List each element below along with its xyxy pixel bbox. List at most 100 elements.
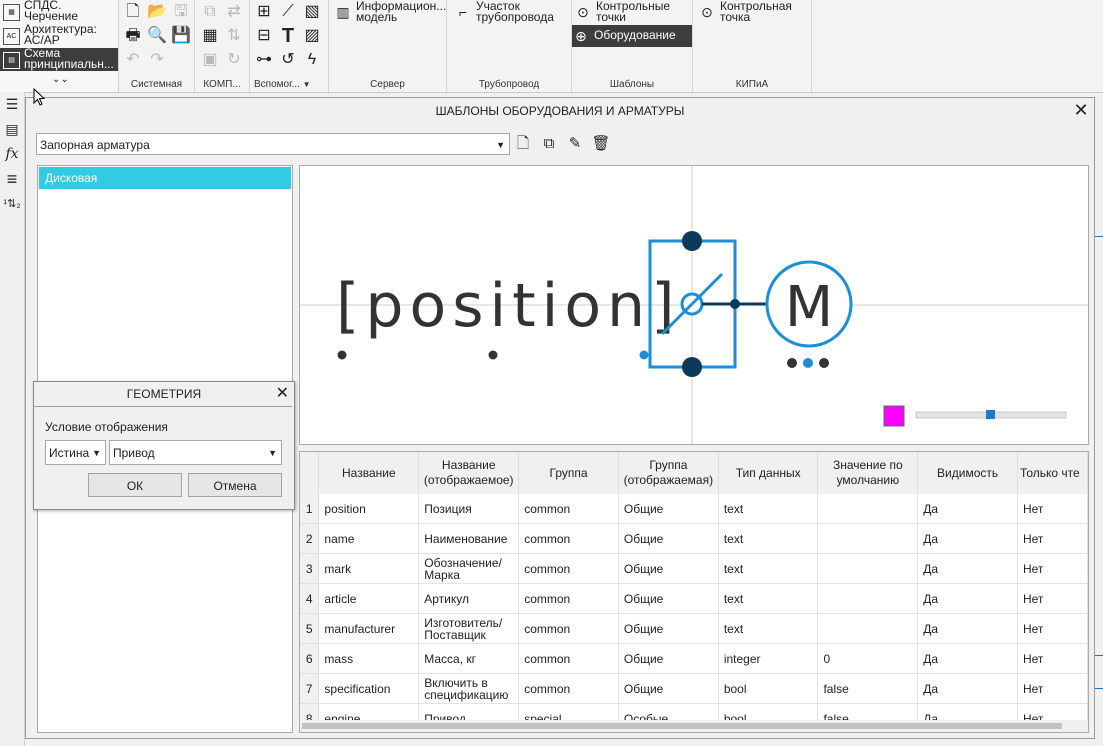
table-cell[interactable]: Включить в спецификацию (418, 673, 520, 704)
discipline-architecture[interactable]: AC Архитектура: АС/АР (0, 23, 118, 47)
lightning-icon[interactable]: ϟ (302, 50, 322, 70)
column-header[interactable]: Название (отображаемое) (418, 452, 520, 494)
column-header[interactable]: Название (318, 452, 420, 494)
table-row[interactable]: 3 mark Обозначение/ Марка common Общие text Да… (300, 553, 1088, 584)
condition-value-select[interactable]: Истина ▼ (45, 440, 106, 465)
fill-icon[interactable]: ▨ (302, 26, 322, 46)
control-points-button[interactable]: ⊙ Контрольные точки (574, 0, 690, 23)
zoom-slider-thumb[interactable] (986, 410, 995, 419)
table-cell[interactable]: Да (917, 613, 1018, 644)
numbering-icon[interactable]: ¹⇅₂ (2, 194, 22, 214)
preview-icon[interactable]: 🔍 (147, 26, 167, 46)
group-aux-caption[interactable]: Вспомог... ▼ (250, 79, 328, 90)
table-cell[interactable]: common (518, 523, 619, 554)
print-icon[interactable]: 🖶 (123, 26, 143, 46)
table-cell[interactable]: Обозначение/ Марка (418, 553, 520, 584)
table-cell[interactable]: Да (917, 583, 1018, 614)
table-cell[interactable]: text (718, 583, 819, 614)
table-cell[interactable]: Общие (618, 583, 719, 614)
table-cell[interactable] (817, 494, 919, 524)
table-cell[interactable]: common (518, 583, 619, 614)
column-header[interactable]: Видимость (917, 452, 1018, 494)
table-cell[interactable]: common (518, 613, 619, 644)
hatch-icon[interactable]: ▧ (302, 2, 322, 22)
sort-icon[interactable]: ⇅ (224, 26, 244, 46)
table-cell[interactable]: Масса, кг (418, 643, 520, 674)
table-cell[interactable]: name (318, 523, 420, 554)
redo-icon[interactable]: ↷ (147, 50, 167, 70)
cancel-button[interactable]: Отмена (188, 473, 282, 497)
table-cell[interactable]: Нет (1017, 613, 1088, 644)
new-template-icon[interactable]: 🗋 (513, 134, 533, 154)
table-cell[interactable]: Нет (1017, 673, 1088, 704)
table-cell[interactable]: 0 (817, 643, 919, 674)
table-cell[interactable]: Артикул (418, 583, 520, 614)
table-cell[interactable]: mass (318, 643, 420, 674)
column-header[interactable]: Значение по умолчанию (817, 452, 919, 494)
column-header[interactable]: Группа (отображаемая) (618, 452, 719, 494)
table-cell[interactable]: position (318, 494, 420, 524)
properties-list-icon[interactable]: ▤ (2, 119, 22, 139)
save-icon[interactable]: 💾 (171, 26, 191, 46)
stamp-icon[interactable]: ▣ (200, 50, 220, 70)
color-swatch[interactable] (883, 405, 905, 427)
table-cell[interactable]: Общие (618, 613, 719, 644)
table-row[interactable]: 7 specification Включить в спецификацию com… (300, 673, 1088, 704)
save-disk-icon[interactable]: 🖫 (171, 2, 191, 22)
copy-template-icon[interactable]: ⧉ (539, 134, 559, 154)
table-cell[interactable]: Да (917, 673, 1018, 704)
table-cell[interactable] (817, 553, 919, 584)
calculator-icon[interactable]: ▦ (200, 26, 220, 46)
table-cell[interactable]: article (318, 583, 420, 614)
table-cell[interactable]: mark (318, 553, 420, 584)
pipe-section-button[interactable]: ⌐ Участок трубопровода (454, 0, 569, 25)
table-cell[interactable] (817, 523, 919, 554)
table-cell[interactable]: Общие (618, 673, 719, 704)
table-cell[interactable]: text (718, 494, 819, 524)
edit-pencil-icon[interactable]: ✎ (565, 134, 585, 154)
text-tool-icon[interactable]: T (278, 26, 298, 46)
table-cell[interactable]: specification (318, 673, 420, 704)
table-cell[interactable]: Общие (618, 643, 719, 674)
table-cell[interactable]: Нет (1017, 643, 1088, 674)
table-cell[interactable]: Нет (1017, 583, 1088, 614)
table-cell[interactable]: common (518, 494, 619, 524)
undo-icon[interactable]: ↶ (123, 50, 143, 70)
layers-icon[interactable]: ⊞ (254, 2, 274, 22)
table-cell[interactable]: Нет (1017, 494, 1088, 524)
delete-trash-icon[interactable]: 🗑 (591, 134, 611, 154)
table-cell[interactable]: Нет (1017, 553, 1088, 584)
close-icon[interactable]: ✕ (276, 385, 289, 403)
table-cell[interactable]: text (718, 613, 819, 644)
discipline-spds[interactable]: ▦ СПДС. Черчение (0, 0, 118, 23)
line-tool-icon[interactable]: ⟋ (278, 2, 298, 22)
table-row[interactable]: 5 manufacturer Изготовитель/ Поставщик comm… (300, 613, 1088, 644)
table-cell[interactable]: Да (917, 643, 1018, 674)
table-cell[interactable]: Общие (618, 553, 719, 584)
table-cell[interactable]: Общие (618, 523, 719, 554)
table-cell[interactable]: manufacturer (318, 613, 420, 644)
tree-item[interactable]: Дисковая (39, 167, 291, 189)
info-model-button[interactable]: ▥ Информацион... модель (334, 0, 446, 25)
table-cell[interactable]: bool (718, 673, 819, 704)
table-cell[interactable]: Позиция (418, 494, 520, 524)
ok-button[interactable]: ОК (88, 473, 182, 497)
control-point-button[interactable]: ⊙ Контрольная точка (698, 0, 808, 23)
table-cell[interactable]: Да (917, 494, 1018, 524)
table-cell[interactable]: integer (718, 643, 819, 674)
table-row[interactable]: 4 article Артикул common Общие text Да Нет (300, 583, 1088, 614)
layers-stack-icon[interactable]: ≡ (2, 169, 22, 189)
table-row[interactable]: 2 name Наименование common Общие text Да Нет (300, 523, 1088, 554)
table-cell[interactable]: Да (917, 553, 1018, 584)
table-row[interactable]: 6 mass Масса, кг common Общие integer 0 Да Нет (300, 643, 1088, 674)
table-cell[interactable]: Общие (618, 494, 719, 524)
column-header[interactable]: Только чте (1017, 452, 1088, 494)
table-cell[interactable]: common (518, 673, 619, 704)
expand-chevron-icon[interactable]: ⌄⌄ (52, 74, 69, 85)
table-cell[interactable]: common (518, 553, 619, 584)
tree-view-icon[interactable]: ☰ (2, 94, 22, 114)
discipline-schema[interactable]: ▤ Схема принципиальн... (0, 47, 118, 71)
equipment-button[interactable]: ⊕ Оборудование (572, 25, 692, 47)
table-row[interactable]: 1 position Позиция common Общие text Да Нет (300, 494, 1088, 524)
rotate-icon[interactable]: ↺ (278, 50, 298, 70)
